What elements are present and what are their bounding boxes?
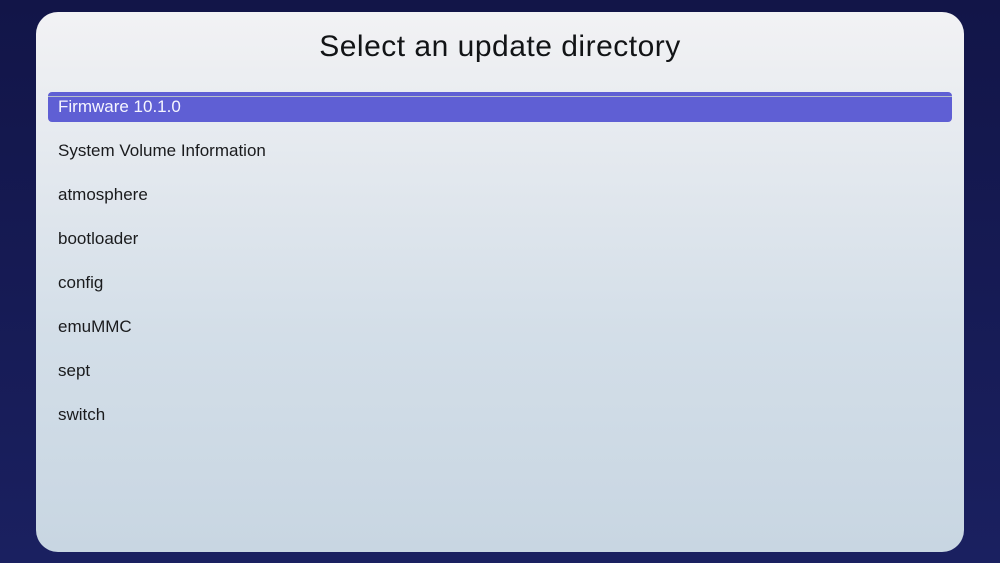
directory-item-label: atmosphere	[58, 185, 148, 205]
directory-item-atmosphere[interactable]: atmosphere	[48, 180, 952, 210]
directory-item-config[interactable]: config	[48, 268, 952, 298]
page-title: Select an update directory	[48, 30, 952, 64]
directory-item-label: sept	[58, 361, 90, 381]
directory-item-bootloader[interactable]: bootloader	[48, 224, 952, 254]
directory-item-label: emuMMC	[58, 317, 132, 337]
directory-item-sept[interactable]: sept	[48, 356, 952, 386]
directory-item-label: config	[58, 273, 103, 293]
directory-item-label: bootloader	[58, 229, 138, 249]
directory-select-panel: Select an update directory Firmware 10.1…	[36, 12, 964, 552]
directory-item-system-volume-information[interactable]: System Volume Information	[48, 136, 952, 166]
directory-item-emummc[interactable]: emuMMC	[48, 312, 952, 342]
directory-item-label: switch	[58, 405, 105, 425]
divider	[48, 96, 952, 97]
directory-item-label: System Volume Information	[58, 141, 266, 161]
directory-item-label: Firmware 10.1.0	[58, 97, 181, 117]
directory-list: Firmware 10.1.0 System Volume Informatio…	[48, 92, 952, 430]
directory-item-switch[interactable]: switch	[48, 400, 952, 430]
